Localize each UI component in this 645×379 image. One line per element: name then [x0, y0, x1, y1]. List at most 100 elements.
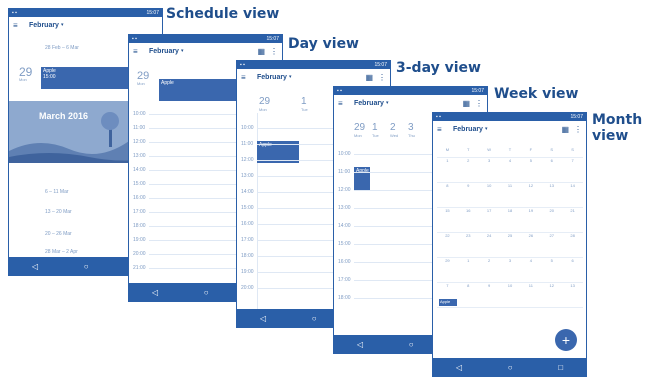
hour-label: 17:00 — [338, 277, 351, 283]
month-day-cell[interactable]: 3 — [499, 258, 521, 283]
status-icons: ▪ ▪ — [436, 114, 441, 120]
chevron-down-icon[interactable]: ▾ — [386, 100, 389, 106]
menu-icon[interactable]: ≡ — [133, 47, 141, 56]
month-day-cell[interactable]: 2 — [457, 158, 479, 183]
month-day-cell[interactable]: 26 — [520, 233, 542, 258]
hour-label: 11:00 — [241, 141, 254, 147]
back-icon[interactable]: ◁ — [260, 314, 266, 323]
status-bar: ▪ ▪ 15:07 — [129, 35, 282, 43]
month-grid: M T W T F S S 1 2 3 4 5 6 7 8 9 10 11 12 13 14 15 16 17 18 19 20 21… — [437, 147, 583, 308]
month-day-cell[interactable]: 24 — [478, 233, 500, 258]
month-selector[interactable]: February — [257, 74, 287, 81]
calendar-today-icon[interactable]: ▦ — [365, 73, 373, 82]
back-icon[interactable]: ◁ — [32, 262, 38, 271]
month-selector[interactable]: February — [149, 48, 179, 55]
calendar-today-icon[interactable]: ▦ — [462, 99, 470, 108]
recents-icon[interactable]: □ — [558, 363, 563, 372]
hour-label: 11:00 — [133, 125, 146, 131]
month-day-cell[interactable]: 11 — [499, 183, 521, 208]
more-options-icon[interactable]: ⋮ — [574, 125, 582, 134]
day-num: 1 — [372, 122, 378, 133]
status-icons: ▪ ▪ — [337, 88, 342, 94]
month-day-cell[interactable]: 15 — [437, 208, 458, 233]
back-icon[interactable]: ◁ — [357, 340, 363, 349]
home-icon[interactable]: ○ — [508, 363, 513, 372]
month-day-cell[interactable]: 11 — [520, 283, 542, 308]
hour-label: 15:00 — [338, 241, 351, 247]
month-day-cell[interactable]: 9 — [457, 183, 479, 208]
month-day-cell[interactable]: 5 — [541, 258, 563, 283]
hour-label: 13:00 — [338, 205, 351, 211]
chevron-down-icon[interactable]: ▾ — [289, 74, 292, 80]
status-icons: ▪ ▪ — [240, 62, 245, 68]
week-range-4: 28 Mar – 2 Apr — [45, 249, 78, 255]
month-selector[interactable]: February — [453, 126, 483, 133]
month-day-cell[interactable]: 19 — [520, 208, 542, 233]
back-icon[interactable]: ◁ — [152, 288, 158, 297]
menu-icon[interactable]: ≡ — [338, 99, 346, 108]
more-options-icon[interactable]: ⋮ — [378, 73, 386, 82]
event-apple[interactable]: Apple — [439, 299, 457, 306]
more-options-icon[interactable]: ⋮ — [475, 99, 483, 108]
month-day-cell[interactable]: 29 — [437, 258, 458, 283]
home-icon[interactable]: ○ — [84, 262, 89, 271]
hour-label: 14:00 — [338, 223, 351, 229]
month-day-cell[interactable]: 12 — [541, 283, 563, 308]
month-day-cell[interactable]: 25 — [499, 233, 521, 258]
status-bar: ▪ ▪ 15:07 — [334, 87, 487, 95]
month-day-cell[interactable]: 2 — [478, 258, 500, 283]
chevron-down-icon[interactable]: ▾ — [61, 22, 64, 28]
day-num: 2 — [390, 122, 396, 133]
month-day-cell[interactable]: 20 — [541, 208, 563, 233]
month-day-cell[interactable]: 17 — [478, 208, 500, 233]
hour-label: 15:00 — [133, 181, 146, 187]
month-day-cell[interactable]: 6 — [562, 258, 583, 283]
month-day-cell[interactable]: 18 — [499, 208, 521, 233]
day-num: 29 — [354, 122, 366, 133]
month-day-cell[interactable]: 3 — [478, 158, 500, 183]
month-day-cell[interactable]: 23 — [457, 233, 479, 258]
event-apple[interactable]: Apple — [354, 167, 370, 191]
menu-icon[interactable]: ≡ — [437, 125, 445, 134]
chevron-down-icon[interactable]: ▾ — [181, 48, 184, 54]
month-day-cell[interactable]: 16 — [457, 208, 479, 233]
month-day-cell[interactable]: 13 — [562, 283, 583, 308]
month-day-cell[interactable]: 14 — [562, 183, 583, 208]
month-day-cell[interactable]: 21 — [562, 208, 583, 233]
month-day-cell[interactable]: 7 — [562, 158, 583, 183]
month-day-cell[interactable]: 8 — [457, 283, 479, 308]
month-day-cell[interactable]: 6 — [541, 158, 563, 183]
month-day-cell[interactable]: 27 — [541, 233, 563, 258]
month-day-cell[interactable]: 8 — [437, 183, 458, 208]
calendar-today-icon[interactable]: ▦ — [257, 47, 265, 56]
month-day-cell[interactable]: 1 — [457, 258, 479, 283]
month-day-cell[interactable]: 10 — [499, 283, 521, 308]
hour-label: 16:00 — [241, 221, 254, 227]
weekday-header: M — [437, 147, 458, 158]
month-day-cell[interactable]: 1 — [437, 158, 458, 183]
more-options-icon[interactable]: ⋮ — [270, 47, 278, 56]
month-day-cell[interactable]: 22 — [437, 233, 458, 258]
menu-icon[interactable]: ≡ — [13, 21, 21, 30]
home-icon[interactable]: ○ — [204, 288, 209, 297]
month-day-cell[interactable]: 5 — [520, 158, 542, 183]
month-selector[interactable]: February — [29, 22, 59, 29]
month-day-cell[interactable]: 28 — [562, 233, 583, 258]
month-selector[interactable]: February — [354, 100, 384, 107]
add-event-button[interactable]: + — [555, 329, 577, 351]
day-header: 29 Mon — [137, 71, 149, 87]
menu-icon[interactable]: ≡ — [241, 73, 249, 82]
month-day-cell[interactable]: 4 — [520, 258, 542, 283]
day-header-3: 2 Wed — [390, 122, 398, 139]
home-icon[interactable]: ○ — [312, 314, 317, 323]
home-icon[interactable]: ○ — [409, 340, 414, 349]
month-day-cell[interactable]: 4 — [499, 158, 521, 183]
hour-label: 12:00 — [241, 157, 254, 163]
back-icon[interactable]: ◁ — [456, 363, 462, 372]
calendar-today-icon[interactable]: ▦ — [561, 125, 569, 134]
chevron-down-icon[interactable]: ▾ — [485, 126, 488, 132]
month-day-cell[interactable]: 9 — [478, 283, 500, 308]
month-day-cell[interactable]: 12 — [520, 183, 542, 208]
month-day-cell[interactable]: 13 — [541, 183, 563, 208]
month-day-cell[interactable]: 10 — [478, 183, 500, 208]
